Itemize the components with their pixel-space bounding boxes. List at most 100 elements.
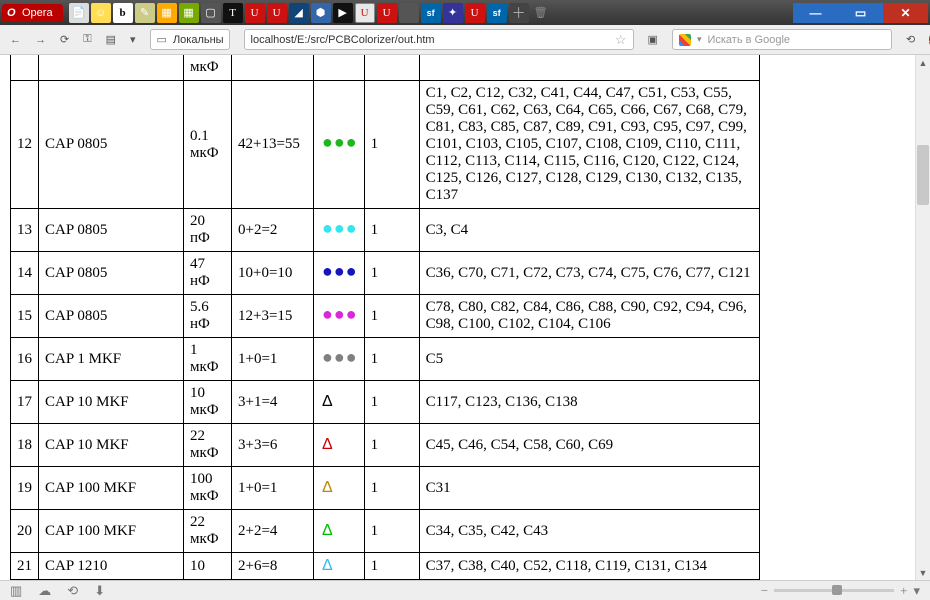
tab-item[interactable]: ⬢ xyxy=(311,3,331,23)
opera-menu-button[interactable]: Opera xyxy=(2,4,63,22)
tab-item[interactable]: U xyxy=(465,3,485,23)
row-number: 16 xyxy=(11,338,39,381)
dropdown-icon[interactable]: ▾ xyxy=(130,32,136,48)
scroll-up-button[interactable]: ▲ xyxy=(916,55,930,70)
table-row: 19CAP 100 MKF100 мкФ1+0=1Δ1C31 xyxy=(11,467,760,510)
tab-item[interactable]: ▶ xyxy=(333,3,353,23)
google-icon xyxy=(679,34,691,46)
count-calc: 2+6=8 xyxy=(232,553,314,580)
download-icon[interactable]: ⬇ xyxy=(94,583,105,599)
component-value: 20 пФ xyxy=(184,209,232,252)
refs-cell: C37, C38, C40, C52, C118, C119, C131, C1… xyxy=(419,553,759,580)
sync-icon[interactable]: ⟲ xyxy=(906,32,915,48)
tab-item-active[interactable]: U xyxy=(355,3,375,23)
refs-cell: C117, C123, C136, C138 xyxy=(419,381,759,424)
component-value: 22 мкФ xyxy=(184,424,232,467)
search-bar[interactable]: ▾ Искать в Google xyxy=(672,29,892,50)
refs-cell: C5 xyxy=(419,338,759,381)
tab-item[interactable]: U xyxy=(377,3,397,23)
camera-icon[interactable]: ▣ xyxy=(648,32,658,48)
content-area: мкФ 12CAP 08050.1 мкФ42+13=55●●●1C1, C2,… xyxy=(0,55,915,580)
refs-cell: C3, C4 xyxy=(419,209,759,252)
table-row: 16CAP 1 MKF1 мкФ1+0=1●●●1C5 xyxy=(11,338,760,381)
qty-cell: 1 xyxy=(364,209,419,252)
qty-cell: 1 xyxy=(364,381,419,424)
symbol-cell: ●●● xyxy=(314,338,365,381)
page-icon[interactable]: ▤ xyxy=(106,32,116,48)
reload-button[interactable]: ⟳ xyxy=(60,32,69,48)
qty-cell: 1 xyxy=(364,510,419,553)
tab-item[interactable]: ▦ xyxy=(157,3,177,23)
zoom-dropdown-icon[interactable]: ▾ xyxy=(913,583,920,599)
row-number: 14 xyxy=(11,252,39,295)
table-row: 14CAP 080547 нФ10+0=10●●●1C36, C70, C71,… xyxy=(11,252,760,295)
panel-icon[interactable]: ▥ xyxy=(10,583,22,599)
title-bar: Opera 📄 ☺ b ✎ ▦ ▦ ▢ T U U ◢ ⬢ ▶ U U sf ✦… xyxy=(0,0,930,25)
vertical-scrollbar[interactable]: ▲ ▼ xyxy=(915,55,930,580)
tab-item[interactable]: b xyxy=(113,3,133,23)
symbol-cell: Δ xyxy=(314,467,365,510)
symbol-cell: Δ xyxy=(314,510,365,553)
toolbar: ← → ⟳ ⚿ ▤ ▾ ▭ Локальный localhost/E:/src… xyxy=(0,25,930,55)
tab-item[interactable]: sf xyxy=(487,3,507,23)
count-calc: 1+0=1 xyxy=(232,338,314,381)
tab-item[interactable]: U xyxy=(267,3,287,23)
tab-item[interactable]: ◢ xyxy=(289,3,309,23)
component-name: CAP 100 MKF xyxy=(39,510,184,553)
row-number: 15 xyxy=(11,295,39,338)
table-row: 12CAP 08050.1 мкФ42+13=55●●●1C1, C2, C12… xyxy=(11,81,760,209)
zoom-slider[interactable] xyxy=(774,589,894,592)
tab-item[interactable]: U xyxy=(245,3,265,23)
symbol-cell: Δ xyxy=(314,381,365,424)
sync-status-icon[interactable]: ⟲ xyxy=(67,583,78,599)
row-number: 21 xyxy=(11,553,39,580)
tab-item[interactable]: ☺ xyxy=(91,3,111,23)
component-name: CAP 10 MKF xyxy=(39,424,184,467)
key-icon[interactable]: ⚿ xyxy=(83,32,91,48)
tab-item[interactable]: ▢ xyxy=(201,3,221,23)
tab-item[interactable]: 📄 xyxy=(69,3,89,23)
tab-item[interactable]: ✎ xyxy=(135,3,155,23)
tab-item[interactable]: T xyxy=(223,3,243,23)
status-bar: ▥ ☁ ⟲ ⬇ − + ▾ xyxy=(0,580,930,600)
address-bar[interactable]: localhost/E:/src/PCBColorizer/out.htm ☆ xyxy=(244,29,634,50)
maximize-button[interactable]: ▭ xyxy=(838,3,883,23)
component-name: CAP 1210 xyxy=(39,553,184,580)
count-calc: 10+0=10 xyxy=(232,252,314,295)
refs-cell: C78, C80, C82, C84, C86, C88, C90, C92, … xyxy=(419,295,759,338)
new-tab-button[interactable]: ＋ xyxy=(509,3,529,23)
forward-button[interactable]: → xyxy=(35,32,46,48)
qty-cell: 1 xyxy=(364,295,419,338)
row-number: 20 xyxy=(11,510,39,553)
component-name: CAP 1 MKF xyxy=(39,338,184,381)
trash-button[interactable]: 🗑 xyxy=(531,3,551,23)
back-button[interactable]: ← xyxy=(10,32,21,48)
qty-cell: 1 xyxy=(364,338,419,381)
row-number: 17 xyxy=(11,381,39,424)
scroll-down-button[interactable]: ▼ xyxy=(916,565,930,580)
table-row: 17CAP 10 MKF10 мкФ3+1=4Δ1C117, C123, C13… xyxy=(11,381,760,424)
scroll-thumb[interactable] xyxy=(917,145,929,205)
zoom-in-icon[interactable]: + xyxy=(900,583,907,599)
qty-cell: 1 xyxy=(364,467,419,510)
symbol-cell: Δ xyxy=(314,424,365,467)
bookmark-star-icon[interactable]: ☆ xyxy=(615,32,627,48)
zoom-out-icon[interactable]: − xyxy=(761,583,768,599)
tab-item[interactable] xyxy=(399,3,419,23)
tab-item[interactable]: sf xyxy=(421,3,441,23)
minimize-button[interactable]: — xyxy=(793,3,838,23)
tab-item[interactable]: ▦ xyxy=(179,3,199,23)
tab-item[interactable]: ✦ xyxy=(443,3,463,23)
local-label: Локальный xyxy=(173,34,223,46)
close-button[interactable]: ✕ xyxy=(883,3,928,23)
cloud-icon[interactable]: ☁ xyxy=(38,583,51,599)
component-value: 100 мкФ xyxy=(184,467,232,510)
table-row: 21CAP 1210102+6=8Δ1C37, C38, C40, C52, C… xyxy=(11,553,760,580)
component-value: 22 мкФ xyxy=(184,510,232,553)
local-badge: ▭ Локальный xyxy=(150,29,230,50)
qty-cell: 1 xyxy=(364,424,419,467)
zoom-control[interactable]: − + ▾ xyxy=(761,583,920,599)
count-calc: 3+3=6 xyxy=(232,424,314,467)
symbol-cell: ●●● xyxy=(314,295,365,338)
component-value: 47 нФ xyxy=(184,252,232,295)
